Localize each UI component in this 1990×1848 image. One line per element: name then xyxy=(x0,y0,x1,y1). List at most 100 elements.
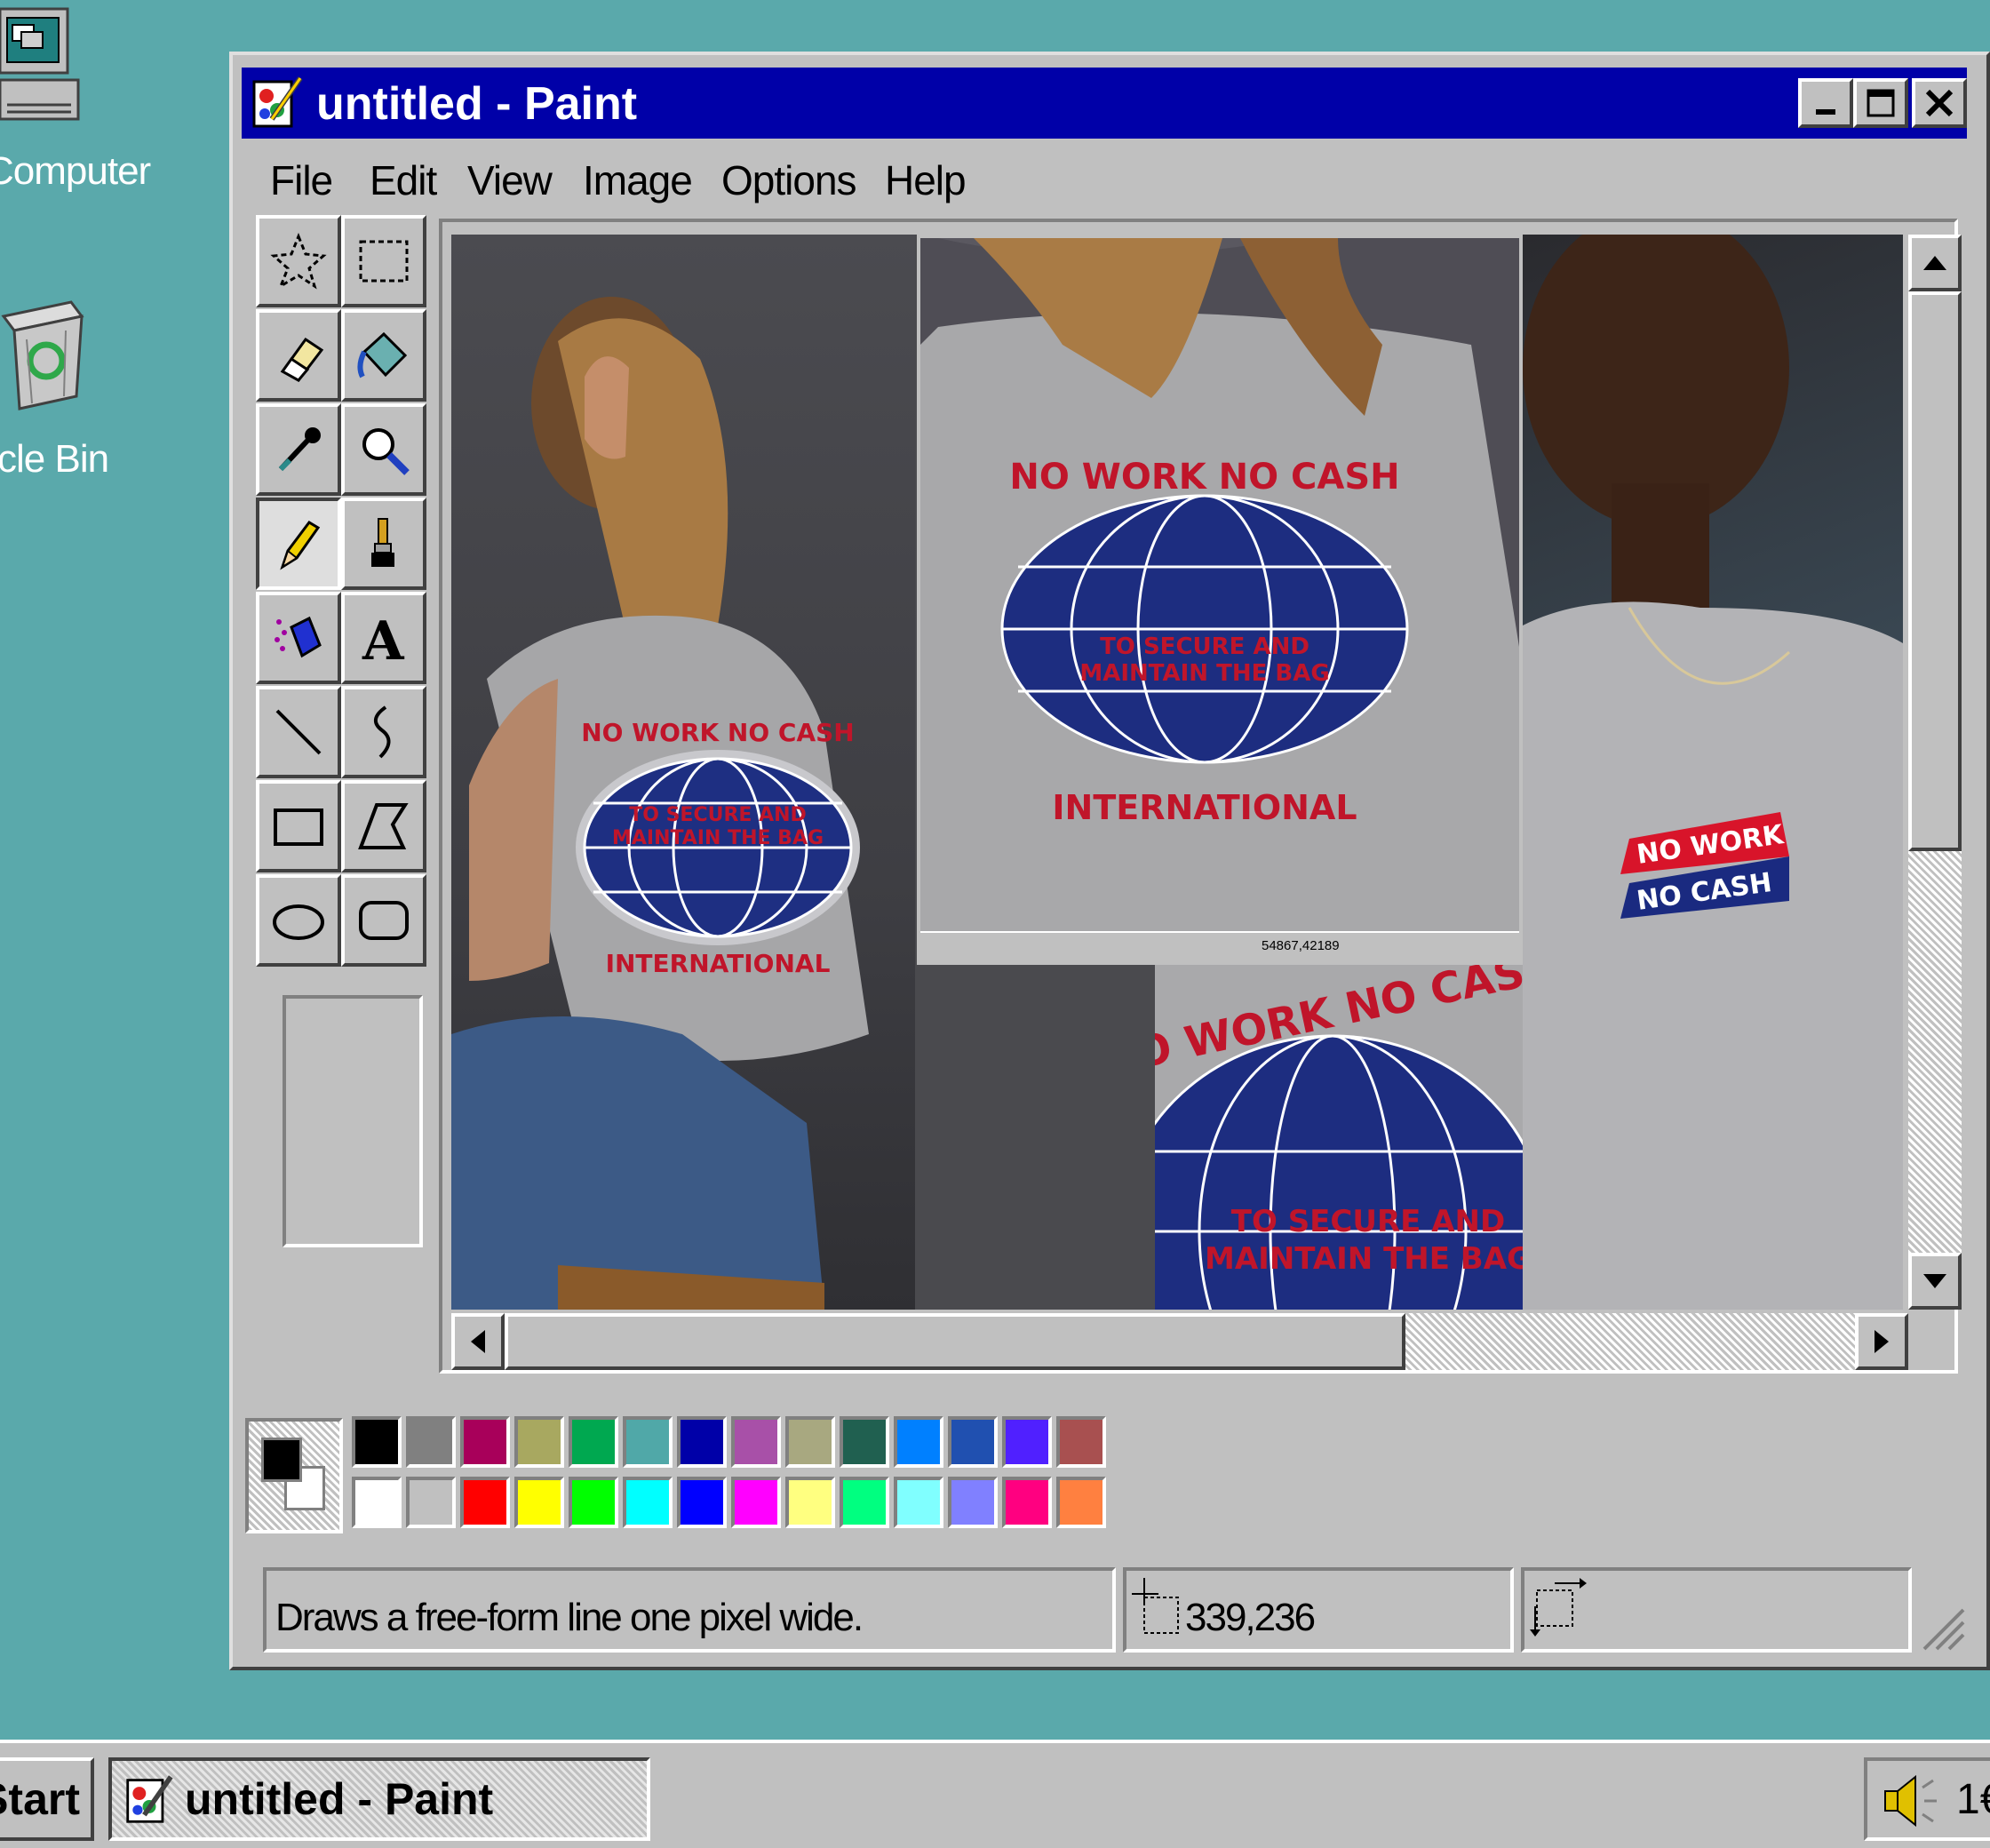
palette-swatch[interactable] xyxy=(623,1477,673,1528)
palette-swatch[interactable] xyxy=(785,1477,835,1528)
palette-swatch[interactable] xyxy=(352,1477,402,1528)
tool-text[interactable]: A xyxy=(341,592,426,684)
menu-edit[interactable]: Edit xyxy=(370,156,437,204)
palette-swatch[interactable] xyxy=(731,1416,781,1468)
tool-rect-select[interactable] xyxy=(341,215,426,307)
start-button[interactable]: Start xyxy=(0,1757,94,1841)
palette-swatch[interactable] xyxy=(840,1416,889,1468)
tool-rounded-rectangle[interactable] xyxy=(341,874,426,967)
svg-text:A: A xyxy=(362,610,405,666)
tool-eraser[interactable] xyxy=(256,309,341,402)
eyedropper-icon xyxy=(278,427,321,472)
print-secure-1: TO SECURE AND xyxy=(629,804,807,826)
desktop-icon-recycle-bin[interactable]: ycle Bin xyxy=(0,284,178,498)
inset-status-bar: 54867,42189 xyxy=(920,931,1519,961)
palette-swatch[interactable] xyxy=(406,1477,456,1528)
brush-icon xyxy=(371,518,394,567)
print-nowork-2: NO WORK NO CASH xyxy=(1009,457,1399,498)
curve-icon xyxy=(374,705,391,759)
palette-swatch[interactable] xyxy=(569,1416,618,1468)
palette-swatch[interactable] xyxy=(406,1416,456,1468)
tool-magnifier[interactable] xyxy=(341,403,426,496)
palette-swatch[interactable] xyxy=(677,1477,727,1528)
menu-view[interactable]: View xyxy=(467,156,553,204)
palette-swatch[interactable] xyxy=(894,1477,943,1528)
vertical-scroll-thumb[interactable] xyxy=(1908,291,1962,851)
canvas-frame: TO SECURE AND MAINTAIN THE BAG NO WORK N… xyxy=(439,219,1962,1374)
photo-woman-seated: TO SECURE AND MAINTAIN THE BAG NO WORK N… xyxy=(451,235,915,1310)
title-bar[interactable]: untitled - Paint xyxy=(242,68,1967,139)
drawing-canvas[interactable]: TO SECURE AND MAINTAIN THE BAG NO WORK N… xyxy=(451,235,1903,1310)
tool-fill[interactable] xyxy=(341,309,426,402)
tool-color-picker[interactable] xyxy=(256,403,341,496)
print-closeup-image: NO WORK NO CASH TO SECURE AND MAINTAIN T… xyxy=(1155,965,1523,1310)
back-closeup-image: NO WORK NO CASH TO SECURE AND MAINTAIN T… xyxy=(920,238,1519,931)
scroll-left-button[interactable] xyxy=(451,1313,505,1370)
tool-options-box[interactable] xyxy=(283,995,423,1247)
status-help-pane: Draws a free-form line one pixel wide. xyxy=(263,1567,1116,1653)
paint-app-icon xyxy=(126,1775,173,1823)
vertical-scrollbar[interactable] xyxy=(1908,235,1962,1310)
tool-rectangle[interactable] xyxy=(256,780,341,872)
palette-swatch[interactable] xyxy=(460,1477,510,1528)
desktop-icon-label: Computer xyxy=(0,149,151,193)
tool-curve[interactable] xyxy=(341,686,426,778)
palette-swatch[interactable] xyxy=(1056,1477,1106,1528)
palette-swatch[interactable] xyxy=(840,1477,889,1528)
print-secure-3: TO SECURE AND xyxy=(1231,1204,1505,1239)
clock: 1€ xyxy=(1956,1776,1990,1823)
palette-swatch[interactable] xyxy=(1002,1416,1052,1468)
arrow-right-icon xyxy=(1875,1330,1889,1353)
palette-swatch[interactable] xyxy=(731,1477,781,1528)
menu-image[interactable]: Image xyxy=(583,156,693,204)
volume-icon[interactable] xyxy=(1880,1770,1942,1832)
desktop-icon-computer[interactable]: Computer xyxy=(0,0,178,213)
palette-swatch[interactable] xyxy=(948,1477,998,1528)
horizontal-scrollbar[interactable] xyxy=(451,1313,1908,1370)
foreground-color-swatch[interactable] xyxy=(261,1438,302,1482)
photo-back-closeup: NO WORK NO CASH TO SECURE AND MAINTAIN T… xyxy=(917,235,1523,965)
taskbar-item-paint[interactable]: untitled - Paint xyxy=(108,1757,650,1841)
horizontal-scroll-thumb[interactable] xyxy=(505,1313,1405,1370)
palette-swatch[interactable] xyxy=(894,1416,943,1468)
resize-grip-icon[interactable] xyxy=(1914,1599,1967,1653)
fill-bucket-icon xyxy=(357,331,408,378)
tool-free-select[interactable] xyxy=(256,215,341,307)
palette-swatch[interactable] xyxy=(514,1477,564,1528)
palette-swatch[interactable] xyxy=(514,1416,564,1468)
minimize-button[interactable] xyxy=(1798,78,1853,128)
magnifier-icon xyxy=(362,428,410,475)
tool-line[interactable] xyxy=(256,686,341,778)
recycle-bin-icon xyxy=(1,300,84,410)
tool-pencil[interactable] xyxy=(256,498,341,590)
palette-swatch[interactable] xyxy=(569,1477,618,1528)
palette-swatch[interactable] xyxy=(623,1416,673,1468)
color-palette xyxy=(352,1416,1118,1537)
scroll-down-button[interactable] xyxy=(1908,1253,1962,1310)
tool-airbrush[interactable] xyxy=(256,592,341,684)
palette-swatch[interactable] xyxy=(677,1416,727,1468)
tool-brush[interactable] xyxy=(341,498,426,590)
tool-ellipse[interactable] xyxy=(256,874,341,967)
palette-swatch[interactable] xyxy=(1002,1477,1052,1528)
tool-polygon[interactable] xyxy=(341,780,426,872)
palette-swatch[interactable] xyxy=(460,1416,510,1468)
palette-swatch[interactable] xyxy=(352,1416,402,1468)
print-maintain-1: MAINTAIN THE BAG xyxy=(612,827,824,849)
ellipse-icon xyxy=(273,904,324,940)
palette-swatch[interactable] xyxy=(785,1416,835,1468)
arrow-left-icon xyxy=(471,1330,485,1353)
menu-options[interactable]: Options xyxy=(721,156,857,204)
rectangle-icon xyxy=(274,808,323,846)
current-colors[interactable] xyxy=(245,1418,343,1533)
scroll-right-button[interactable] xyxy=(1855,1313,1908,1370)
scroll-up-button[interactable] xyxy=(1908,235,1962,291)
close-icon xyxy=(1925,89,1954,117)
palette-swatch[interactable] xyxy=(1056,1416,1106,1468)
menu-help[interactable]: Help xyxy=(885,156,967,204)
close-button[interactable] xyxy=(1912,78,1967,128)
status-size-pane xyxy=(1521,1567,1912,1653)
maximize-button[interactable] xyxy=(1853,78,1908,128)
palette-swatch[interactable] xyxy=(948,1416,998,1468)
menu-file[interactable]: File xyxy=(270,156,333,204)
